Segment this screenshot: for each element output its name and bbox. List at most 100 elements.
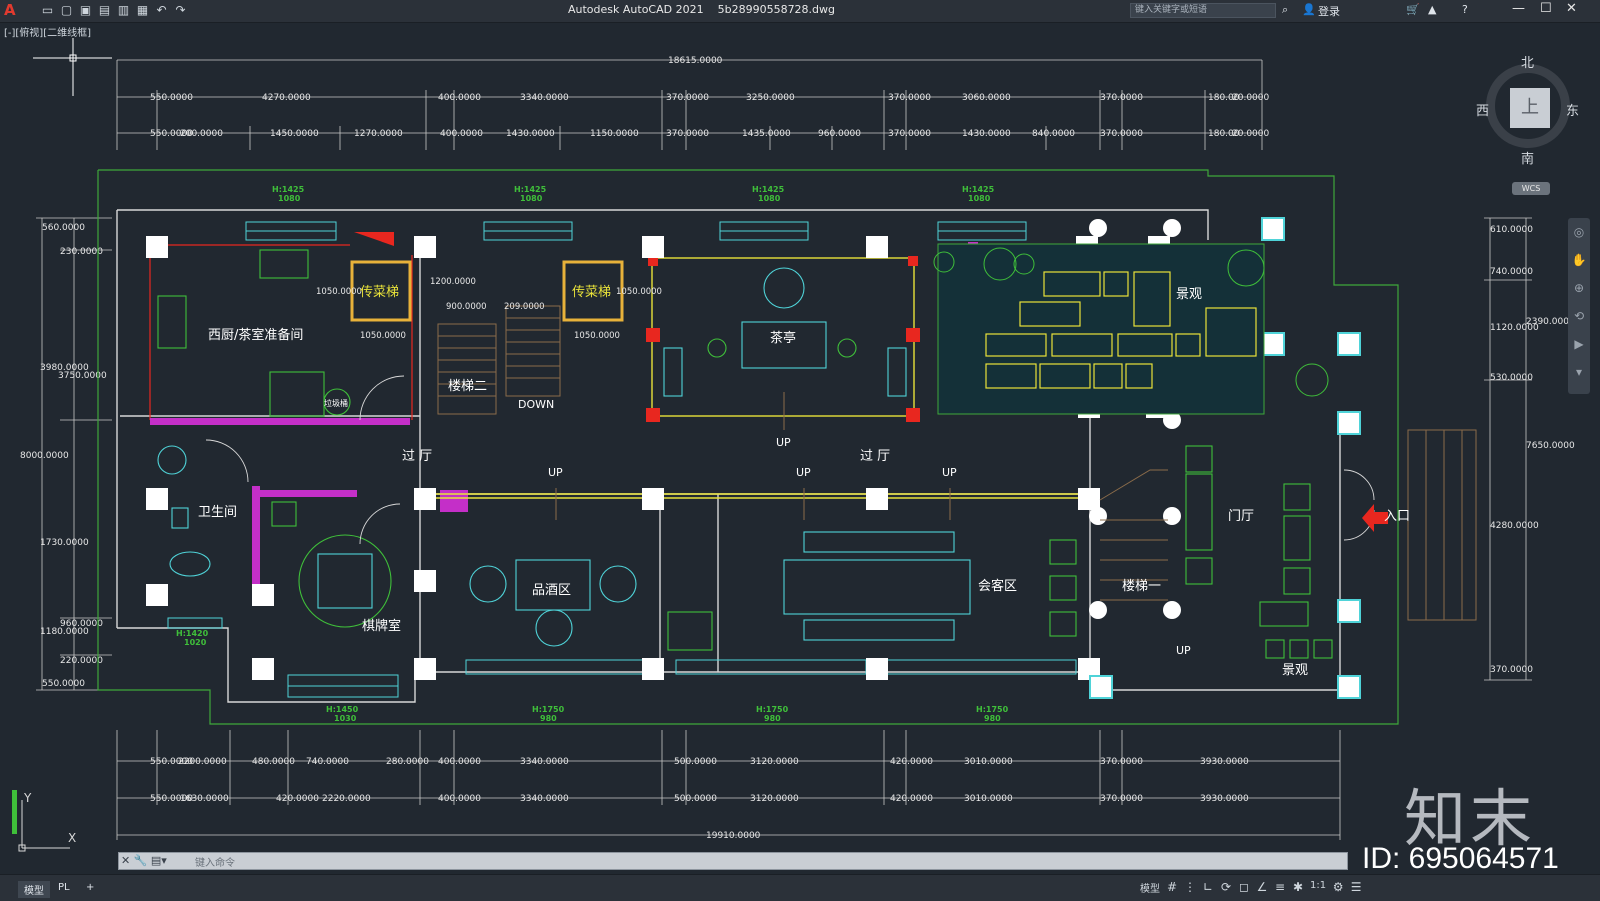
svg-text:840.0000: 840.0000 xyxy=(1032,129,1075,139)
svg-text:4270.0000: 4270.0000 xyxy=(262,93,311,103)
help-icon[interactable]: ? xyxy=(1462,3,1468,16)
label-landscape-bottom: 景观 xyxy=(1282,663,1308,678)
compass-south[interactable]: 南 xyxy=(1521,148,1534,167)
svg-text:2220.0000: 2220.0000 xyxy=(322,794,371,804)
search-icon[interactable]: ⌕ xyxy=(1282,3,1288,17)
label-up5: UP xyxy=(1176,644,1191,657)
workspace-icon[interactable]: ⚙ xyxy=(1332,880,1344,895)
svg-text:1435.0000: 1435.0000 xyxy=(742,129,791,139)
command-input[interactable]: 键入命令 xyxy=(195,854,235,869)
plot-icon[interactable]: ▥ xyxy=(116,3,131,18)
maximize-icon[interactable]: ☐ xyxy=(1540,1,1552,16)
svg-text:230.0000: 230.0000 xyxy=(60,247,103,257)
new-icon[interactable]: ▭ xyxy=(40,3,55,18)
command-line-close-icon[interactable]: ✕ 🔧 ▤▾ xyxy=(121,854,167,867)
svg-text:220.0000: 220.0000 xyxy=(60,656,103,666)
svg-text:1020: 1020 xyxy=(184,638,207,647)
cart-icon[interactable]: 🛒 xyxy=(1406,3,1420,16)
svg-text:500.0000: 500.0000 xyxy=(674,794,717,804)
svg-text:3340.0000: 3340.0000 xyxy=(520,757,569,767)
title-bar: A ▭ ▢ ▣ ▤ ▥ ▦ ↶ ↷ Autodesk AutoCAD 2021 … xyxy=(0,0,1600,23)
ortho-icon[interactable]: ∟ xyxy=(1202,880,1214,895)
user-icon[interactable]: 👤 xyxy=(1302,3,1316,16)
viewcube[interactable]: 上 北 南 西 东 xyxy=(1476,52,1579,172)
redo-icon[interactable]: ↷ xyxy=(173,3,188,18)
close-icon[interactable]: ✕ xyxy=(1566,1,1577,16)
label-up1: UP xyxy=(776,436,791,449)
search-input[interactable]: 键入关键字或短语 xyxy=(1130,3,1276,18)
svg-text:1450.0000: 1450.0000 xyxy=(270,129,319,139)
svg-text:550.0000: 550.0000 xyxy=(150,93,193,103)
add-layout-button[interactable]: + xyxy=(80,881,100,894)
file-name: 5b28990558728.dwg xyxy=(717,3,836,16)
compass-north[interactable]: 北 xyxy=(1521,52,1534,71)
svg-text:H:1425: H:1425 xyxy=(514,185,547,194)
save-icon[interactable]: ▣ xyxy=(78,3,93,18)
svg-text:370.0000: 370.0000 xyxy=(888,129,931,139)
save-as-icon[interactable]: ▤ xyxy=(97,3,112,18)
open-icon[interactable]: ▢ xyxy=(59,3,74,18)
tab-model[interactable]: 模型 xyxy=(18,881,50,898)
command-line[interactable]: ✕ 🔧 ▤▾ 键入命令 xyxy=(118,852,1348,870)
orbit-icon[interactable]: ⟲ xyxy=(1568,302,1590,330)
showmotion-icon[interactable]: ▶ xyxy=(1568,330,1590,358)
tab-layout[interactable]: PL xyxy=(52,881,76,894)
minimize-icon[interactable]: — xyxy=(1512,1,1525,16)
watermark-id: ID: 695064571 xyxy=(1362,842,1559,875)
svg-text:3010.0000: 3010.0000 xyxy=(964,794,1013,804)
up-arrows xyxy=(555,392,951,520)
window-title: Autodesk AutoCAD 2021 5b28990558728.dwg xyxy=(568,3,835,16)
svg-text:19910.0000: 19910.0000 xyxy=(706,831,761,841)
svg-text:370.0000: 370.0000 xyxy=(1100,93,1143,103)
annotation-icon[interactable]: ✱ xyxy=(1292,880,1304,895)
pan-icon[interactable]: ✋ xyxy=(1568,246,1590,274)
svg-text:1430.0000: 1430.0000 xyxy=(506,129,555,139)
svg-text:3250.0000: 3250.0000 xyxy=(746,93,795,103)
wcs-menu[interactable]: WCS xyxy=(1512,182,1550,195)
undo-icon[interactable]: ↶ xyxy=(154,3,169,18)
application-menu-icon[interactable]: A xyxy=(4,2,20,18)
label-tea-pavilion: 茶亭 xyxy=(770,330,796,346)
svg-text:530.0000: 530.0000 xyxy=(1490,373,1533,383)
compass-east[interactable]: 东 xyxy=(1566,100,1579,119)
svg-text:4280.0000: 4280.0000 xyxy=(1490,521,1539,531)
quick-access-toolbar: ▭ ▢ ▣ ▤ ▥ ▦ ↶ ↷ xyxy=(40,3,188,18)
navbar-menu-icon[interactable]: ▾ xyxy=(1568,358,1590,386)
svg-text:420.0000: 420.0000 xyxy=(890,757,933,767)
viewport-controls-label[interactable]: [-][俯视][二维线框] xyxy=(4,24,91,39)
viewcube-top-face[interactable]: 上 xyxy=(1510,88,1550,128)
lineweight-icon[interactable]: ≡ xyxy=(1274,880,1286,895)
login-button[interactable]: 登录 xyxy=(1318,3,1340,19)
svg-text:500.0000: 500.0000 xyxy=(674,757,717,767)
dimension-text: 18615.0000 19910.0000 550.0000 4270.0000… xyxy=(20,56,1575,841)
svg-text:1430.0000: 1430.0000 xyxy=(962,129,1011,139)
drawing-canvas[interactable]: 18615.0000 19910.0000 550.0000 4270.0000… xyxy=(0,38,1600,850)
navigation-bar[interactable]: ◎ ✋ ⊕ ⟲ ▶ ▾ xyxy=(1568,218,1590,394)
customize-icon[interactable]: ☰ xyxy=(1350,880,1362,895)
cursor-crosshair xyxy=(33,38,112,96)
svg-text:1630.0000: 1630.0000 xyxy=(180,794,229,804)
svg-text:280.0000: 280.0000 xyxy=(386,757,429,767)
model-space-button[interactable]: 模型 xyxy=(1140,880,1160,895)
print-icon[interactable]: ▦ xyxy=(135,3,150,18)
share-icon[interactable]: ▲ xyxy=(1428,3,1436,16)
label-kitchen: 西厨/茶室准备间 xyxy=(208,327,303,343)
svg-text:370.0000: 370.0000 xyxy=(666,93,709,103)
zoom-icon[interactable]: ⊕ xyxy=(1568,274,1590,302)
svg-text:3120.0000: 3120.0000 xyxy=(750,757,799,767)
svg-text:3340.0000: 3340.0000 xyxy=(520,794,569,804)
compass-west[interactable]: 西 xyxy=(1476,100,1489,119)
label-up4: UP xyxy=(942,466,957,479)
svg-text:3120.0000: 3120.0000 xyxy=(750,794,799,804)
snap-icon[interactable]: ⋮ xyxy=(1184,880,1196,895)
svg-text:1200.0000: 1200.0000 xyxy=(430,277,476,287)
svg-text:20.0000: 20.0000 xyxy=(1232,93,1269,103)
dumbwaiter-marker xyxy=(354,232,394,246)
polar-icon[interactable]: ⟳ xyxy=(1220,880,1232,895)
osnap-icon[interactable]: ◻ xyxy=(1238,880,1250,895)
svg-text:370.0000: 370.0000 xyxy=(1100,757,1143,767)
grid-icon[interactable]: # xyxy=(1166,880,1178,895)
steering-wheel-icon[interactable]: ◎ xyxy=(1568,218,1590,246)
annotation-scale[interactable]: 1:1 xyxy=(1310,880,1326,895)
otrack-icon[interactable]: ∠ xyxy=(1256,880,1268,895)
